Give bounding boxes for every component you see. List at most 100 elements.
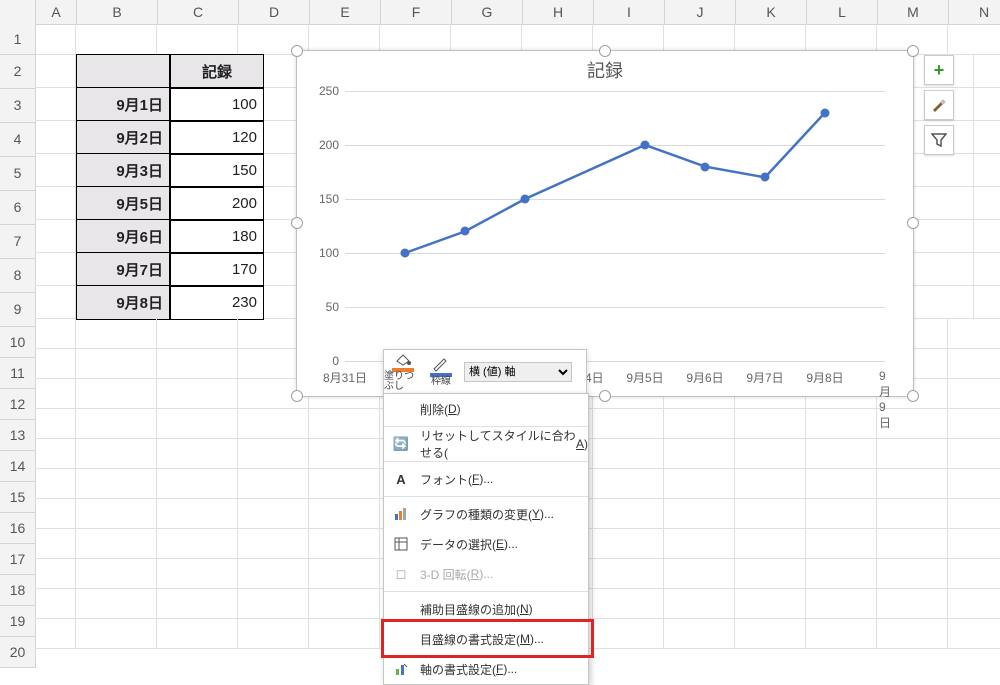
cell[interactable] [35,87,76,121]
cell[interactable] [238,588,309,619]
cell[interactable] [948,618,1000,649]
menu-reset-style[interactable]: 🔄リセットしてスタイルに合わせる(A) [384,429,588,459]
row-header[interactable]: 6 [0,191,36,225]
cell[interactable] [806,528,877,559]
cell[interactable] [35,54,76,88]
cell[interactable] [593,468,664,499]
cell[interactable] [238,618,309,649]
cell[interactable] [664,528,735,559]
cell[interactable] [35,528,76,559]
menu-change-chart-type[interactable]: グラフの種類の変更(Y)... [384,499,588,529]
cell[interactable]: 170 [170,252,264,287]
cell[interactable] [948,348,1000,379]
cell[interactable] [948,318,1000,349]
cell[interactable] [35,24,76,55]
chart-plot-area[interactable]: 050100150200250 8月31日9月1日9月2日9月3日9月4日9月5… [345,91,885,361]
cell[interactable] [76,528,157,559]
cell[interactable] [157,24,238,55]
cell[interactable] [735,498,806,529]
cell[interactable] [76,378,157,409]
cell[interactable] [157,498,238,529]
cell[interactable] [76,54,170,89]
cell[interactable] [735,528,806,559]
cell[interactable] [877,618,948,649]
row-header[interactable]: 5 [0,157,36,191]
cell[interactable] [806,408,877,439]
cell[interactable] [948,24,1000,55]
selection-handle[interactable] [599,390,611,402]
cell[interactable] [877,468,948,499]
cell[interactable] [157,588,238,619]
row-header[interactable]: 12 [0,389,36,420]
cell[interactable]: 120 [170,120,264,155]
cell[interactable] [664,408,735,439]
col-header[interactable]: B [77,0,158,25]
cell[interactable] [35,618,76,649]
cell[interactable] [157,528,238,559]
row-header[interactable]: 11 [0,358,36,389]
cell[interactable]: 9月7日 [76,252,170,287]
cell[interactable] [309,468,380,499]
chart-element-selector[interactable]: 横 (値) 軸 [464,362,572,382]
cell[interactable] [238,528,309,559]
row-header[interactable]: 16 [0,513,36,544]
menu-format-axis[interactable]: 軸の書式設定(F)... [384,654,588,684]
cell[interactable]: 9月6日 [76,219,170,254]
cell[interactable] [238,498,309,529]
row-header[interactable]: 13 [0,420,36,451]
outline-color-button[interactable]: 枠線 [422,350,460,394]
cell[interactable]: 9月5日 [76,186,170,221]
row-header[interactable]: 1 [0,24,36,55]
row-header[interactable]: 19 [0,606,36,637]
cell[interactable] [35,588,76,619]
cell[interactable] [76,588,157,619]
cell[interactable] [735,468,806,499]
cell[interactable]: 180 [170,219,264,254]
cell[interactable] [35,153,76,187]
cell[interactable] [806,438,877,469]
cell[interactable] [974,252,1000,286]
mini-format-toolbar[interactable]: 塗りつぶし 枠線 横 (値) 軸 [383,349,587,395]
cell[interactable] [76,348,157,379]
cell[interactable]: 9月8日 [76,285,170,320]
row-header[interactable]: 8 [0,259,36,293]
selection-handle[interactable] [907,390,919,402]
cell[interactable] [974,120,1000,154]
cell[interactable]: 9月3日 [76,153,170,188]
col-header[interactable]: K [736,0,807,25]
data-point[interactable] [761,173,770,182]
cell[interactable] [35,252,76,286]
cell[interactable] [974,285,1000,319]
col-header[interactable]: G [452,0,523,25]
fill-color-button[interactable]: 塗りつぶし [384,350,422,394]
cell[interactable] [593,618,664,649]
cell[interactable] [664,498,735,529]
chart-style-button[interactable] [924,90,954,120]
data-point[interactable] [641,141,650,150]
selection-handle[interactable] [907,45,919,57]
cell[interactable] [593,498,664,529]
cell[interactable] [735,558,806,589]
cell[interactable] [157,408,238,439]
cell[interactable] [593,528,664,559]
selection-handle[interactable] [291,217,303,229]
cell[interactable] [806,618,877,649]
cell[interactable] [664,468,735,499]
row-header[interactable]: 15 [0,482,36,513]
cell[interactable] [806,468,877,499]
cell[interactable] [948,408,1000,439]
cell[interactable] [35,468,76,499]
cell[interactable] [877,528,948,559]
col-header[interactable]: H [523,0,594,25]
cell[interactable] [735,618,806,649]
menu-add-minor-gridlines[interactable]: 補助目盛線の追加(N) [384,594,588,624]
cell[interactable] [309,498,380,529]
col-header[interactable]: M [878,0,949,25]
cell[interactable] [309,618,380,649]
cell[interactable] [309,408,380,439]
cell[interactable] [877,588,948,619]
cell[interactable] [948,468,1000,499]
chart-object[interactable]: 記録 050100150200250 8月31日9月1日9月2日9月3日9月4日… [296,50,914,397]
cell[interactable] [974,153,1000,187]
cell[interactable] [309,438,380,469]
